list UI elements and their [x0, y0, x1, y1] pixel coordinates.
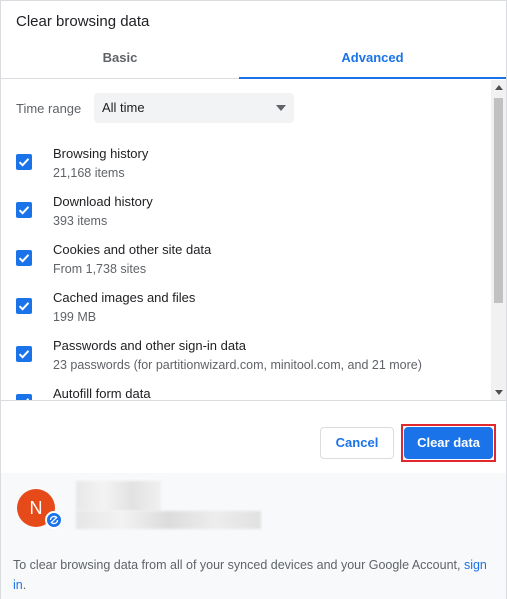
- footer-divider: [1, 400, 506, 401]
- checkmark-icon: [18, 206, 30, 215]
- scroll-up-arrow-icon[interactable]: [495, 85, 503, 90]
- option-title: Cookies and other site data: [53, 242, 212, 257]
- cancel-button[interactable]: Cancel: [320, 427, 394, 459]
- checkmark-icon: [18, 254, 30, 263]
- tab-basic[interactable]: Basic: [1, 41, 239, 79]
- option-title: Browsing history: [53, 146, 149, 161]
- checkmark-icon: [18, 350, 30, 359]
- option-cookies: Cookies and other site data From 1,738 s…: [16, 242, 486, 290]
- option-title: Download history: [53, 194, 153, 209]
- tab-advanced[interactable]: Advanced: [239, 41, 506, 79]
- account-sync-area: N To clear browsing data from all of you…: [1, 473, 506, 599]
- option-description: 393 items: [53, 214, 108, 228]
- time-range-select[interactable]: All time: [94, 93, 294, 123]
- cached-images-checkbox[interactable]: [16, 298, 32, 314]
- dialog-title: Clear browsing data: [16, 13, 150, 30]
- cookies-checkbox[interactable]: [16, 250, 32, 266]
- time-range-label: Time range: [16, 101, 82, 116]
- time-range-value: All time: [102, 100, 145, 115]
- option-description: From 1,738 sites: [53, 262, 147, 276]
- advanced-options-panel: Time range All time Browsing history 21,…: [1, 80, 506, 400]
- content-scrollbar[interactable]: [491, 80, 506, 400]
- option-description: 23 passwords (for partitionwizard.com, m…: [53, 358, 422, 372]
- passwords-checkbox[interactable]: [16, 346, 32, 362]
- option-browsing-history: Browsing history 21,168 items: [16, 146, 486, 194]
- sync-notice-text: To clear browsing data from all of your …: [13, 558, 461, 572]
- option-title: Cached images and files: [53, 290, 196, 305]
- option-cached-images: Cached images and files 199 MB: [16, 290, 486, 338]
- scroll-down-arrow-icon[interactable]: [495, 390, 503, 395]
- account-email-redacted: [76, 511, 261, 529]
- account-name-redacted: [76, 481, 161, 511]
- sync-notice-suffix: .: [22, 578, 27, 592]
- checkmark-icon: [18, 302, 30, 311]
- browsing-history-checkbox[interactable]: [16, 154, 32, 170]
- clear-browsing-data-dialog: Clear browsing data Basic Advanced Time …: [0, 0, 507, 599]
- scrollbar-thumb[interactable]: [494, 98, 503, 303]
- option-description: 21,168 items: [53, 166, 125, 180]
- option-description: 199 MB: [53, 310, 97, 324]
- option-autofill: Autofill form data: [16, 386, 486, 400]
- chevron-down-icon: [276, 105, 286, 111]
- option-passwords: Passwords and other sign-in data 23 pass…: [16, 338, 486, 386]
- sync-icon: [45, 511, 63, 529]
- tab-bar: Basic Advanced: [1, 41, 506, 79]
- option-download-history: Download history 393 items: [16, 194, 486, 242]
- option-title: Autofill form data: [53, 386, 151, 400]
- option-title: Passwords and other sign-in data: [53, 338, 246, 353]
- clear-data-button[interactable]: Clear data: [404, 427, 493, 459]
- sync-notice: To clear browsing data from all of your …: [13, 555, 498, 595]
- download-history-checkbox[interactable]: [16, 202, 32, 218]
- checkmark-icon: [18, 158, 30, 167]
